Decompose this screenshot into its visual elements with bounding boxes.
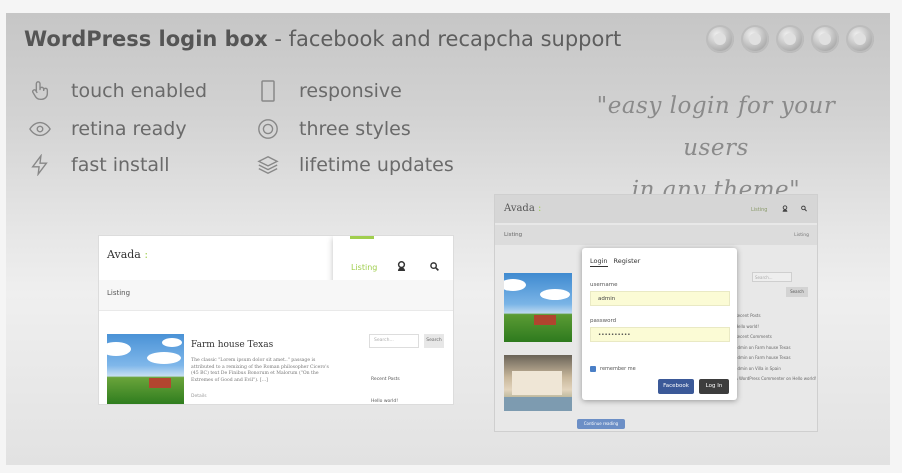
logo-text: Avada bbox=[504, 203, 535, 214]
search-icon[interactable] bbox=[801, 205, 807, 212]
feature-label: responsive bbox=[299, 80, 402, 102]
breadcrumb[interactable]: Listing bbox=[794, 233, 809, 238]
sidebar: Recent Posts Hello world! bbox=[371, 369, 400, 404]
tagline-quote: "easy login for your users in any theme" bbox=[566, 85, 866, 211]
remember-me-label: remember me bbox=[600, 366, 636, 372]
search-icon[interactable] bbox=[430, 262, 439, 271]
mobile-icon bbox=[255, 79, 281, 103]
feature-install: fast install bbox=[27, 153, 170, 177]
feature-retina: retina ready bbox=[27, 117, 187, 141]
sidebar-heading: Recent Posts bbox=[371, 377, 400, 382]
feature-updates: lifetime updates bbox=[255, 153, 454, 177]
firefox-icon bbox=[741, 25, 769, 53]
post-thumbnail[interactable] bbox=[504, 355, 572, 411]
logo-text: Avada bbox=[107, 248, 141, 261]
password-label: password bbox=[590, 318, 617, 324]
layers-icon bbox=[255, 153, 281, 177]
site-logo[interactable]: Avada : bbox=[504, 203, 541, 214]
sidebar-item[interactable]: admin on Farm house Texas bbox=[735, 343, 816, 354]
screenshot-login-modal: Avada : Listing Listing Listing Continue… bbox=[495, 195, 817, 431]
chrome-icon bbox=[706, 25, 734, 53]
post-excerpt: The classic "Lorem ipsum dolor sit amet.… bbox=[191, 358, 329, 383]
site-header: Avada : Listing bbox=[495, 195, 817, 223]
title-bold: WordPress login box bbox=[24, 27, 268, 51]
sidebar: Recent Posts Hello world! Recent Comment… bbox=[735, 311, 816, 385]
nav-listing-link[interactable]: Listing bbox=[751, 207, 767, 213]
page-title: Listing bbox=[107, 289, 131, 297]
nav-listing-link[interactable]: Listing bbox=[351, 263, 377, 272]
sidebar-item[interactable]: admin on Farm house Texas bbox=[735, 353, 816, 364]
ie-icon bbox=[776, 25, 804, 53]
safari-icon bbox=[846, 25, 874, 53]
lightning-icon bbox=[27, 153, 53, 177]
login-modal: Login Register username admin password ••… bbox=[582, 248, 737, 400]
username-field[interactable]: admin bbox=[590, 291, 730, 306]
username-label: username bbox=[590, 282, 618, 288]
logo-accent: : bbox=[140, 248, 149, 261]
feature-responsive: responsive bbox=[255, 79, 402, 103]
post-thumbnail[interactable] bbox=[107, 334, 184, 404]
feature-label: lifetime updates bbox=[299, 154, 454, 176]
feature-label: fast install bbox=[71, 154, 170, 176]
screenshot-desktop: Avada : Listing Listing Farm house Texas… bbox=[99, 236, 453, 404]
post-thumbnail[interactable] bbox=[504, 273, 572, 342]
continue-reading-button[interactable]: Continue reading bbox=[577, 419, 625, 429]
tab-login[interactable]: Login bbox=[590, 257, 608, 267]
quote-line-1: "easy login for your users bbox=[596, 93, 836, 161]
page-title-bar: Listing Listing bbox=[495, 225, 817, 245]
feature-styles: three styles bbox=[255, 117, 411, 141]
login-button[interactable]: Log In bbox=[699, 379, 729, 394]
browser-icons bbox=[706, 25, 874, 53]
read-more-link[interactable]: Details bbox=[191, 394, 207, 399]
target-icon bbox=[255, 117, 281, 141]
feature-label: three styles bbox=[299, 118, 411, 140]
feature-touch: touch enabled bbox=[27, 79, 207, 103]
sidebar-item[interactable]: admin on Villa in Spain bbox=[735, 364, 816, 375]
banner-title: WordPress login box - facebook and recap… bbox=[24, 27, 621, 51]
feature-label: touch enabled bbox=[71, 80, 208, 102]
eye-icon bbox=[27, 117, 53, 141]
logo-accent: : bbox=[534, 203, 542, 214]
opera-icon bbox=[811, 25, 839, 53]
site-logo[interactable]: Avada : bbox=[107, 248, 148, 261]
promo-banner: WordPress login box - facebook and recap… bbox=[6, 13, 890, 465]
post-title[interactable]: Farm house Texas bbox=[191, 340, 273, 350]
sidebar-link[interactable]: Hello world! bbox=[371, 391, 400, 404]
tab-register[interactable]: Register bbox=[614, 257, 641, 265]
sidebar-item: Recent Comments bbox=[735, 334, 772, 339]
remember-me-checkbox[interactable] bbox=[590, 366, 596, 372]
title-rest: - facebook and recapcha support bbox=[267, 27, 622, 51]
sidebar-item: Recent Posts bbox=[735, 313, 761, 318]
search-button[interactable]: Search bbox=[424, 334, 444, 348]
page-title: Listing bbox=[504, 232, 523, 238]
page-title-bar: Listing bbox=[99, 280, 453, 311]
password-field[interactable]: •••••••••• bbox=[590, 327, 730, 342]
active-indicator bbox=[350, 236, 374, 239]
feature-label: retina ready bbox=[71, 118, 187, 140]
modal-tabs: Login Register bbox=[590, 257, 646, 267]
search-input[interactable]: Search... bbox=[752, 272, 792, 282]
user-icon[interactable] bbox=[397, 261, 406, 271]
search-input[interactable]: Search... bbox=[369, 334, 419, 348]
hand-pointer-icon bbox=[27, 79, 53, 103]
sidebar-item[interactable]: Hello world! bbox=[735, 322, 816, 333]
search-button[interactable]: Search bbox=[786, 287, 808, 297]
sidebar-item[interactable]: A WordPress Commenter on Hello world! bbox=[735, 374, 816, 385]
facebook-login-button[interactable]: Facebook bbox=[658, 379, 694, 394]
user-icon[interactable] bbox=[782, 205, 788, 212]
